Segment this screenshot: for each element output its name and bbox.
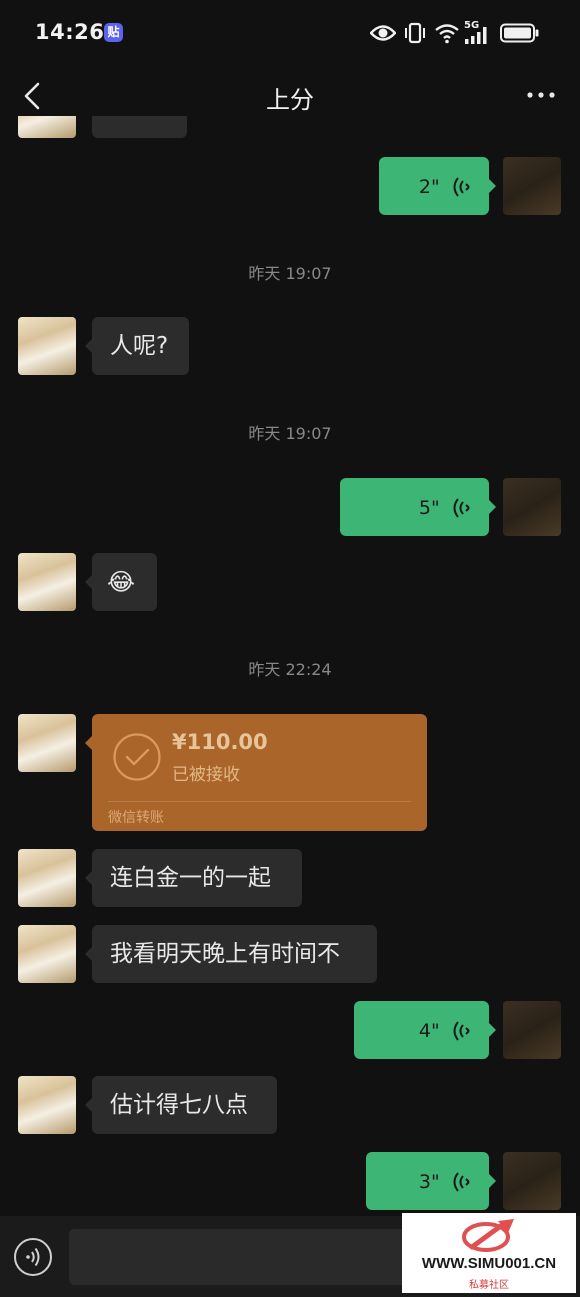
app-notification-badge: 贴: [104, 23, 123, 42]
voice-duration: 4": [418, 1020, 440, 1042]
text-message-bubble[interactable]: 我看明天晚上有时间不: [85, 925, 377, 983]
contact-avatar[interactable]: [18, 714, 76, 772]
voice-duration: 3": [418, 1171, 440, 1193]
transfer-label: 微信转账: [108, 810, 164, 826]
timestamp: 昨天 22:24: [248, 660, 332, 679]
voice-wave-icon: [26, 1247, 40, 1267]
emoji-message-bubble[interactable]: 😂: [85, 553, 157, 611]
timestamp: 昨天 19:07: [248, 264, 332, 283]
signal-icon: [465, 27, 487, 44]
status-bar: 14:26 贴 5G: [0, 0, 580, 66]
eye-icon: [370, 25, 396, 41]
contact-avatar[interactable]: [18, 116, 76, 138]
contact-avatar[interactable]: [18, 925, 76, 983]
voice-message-bubble[interactable]: 4": [354, 1001, 496, 1059]
voice-input-toggle[interactable]: [14, 1238, 52, 1276]
site-watermark: WWW.SIMU001.CN 私募社区: [402, 1213, 576, 1293]
vibrate-icon: [405, 22, 425, 44]
watermark-subtitle: 私募社区: [469, 1280, 509, 1291]
my-avatar[interactable]: [503, 1152, 561, 1210]
voice-wave-icon: [453, 1171, 470, 1192]
my-avatar[interactable]: [503, 478, 561, 536]
contact-avatar[interactable]: [18, 849, 76, 907]
text-message-bubble[interactable]: 人呢?: [85, 317, 189, 375]
voice-message-bubble[interactable]: 2": [379, 157, 496, 215]
more-options-icon[interactable]: [524, 80, 558, 110]
message-bubble-partial[interactable]: [92, 116, 187, 138]
divider: [108, 801, 411, 802]
status-time: 14:26: [35, 20, 105, 44]
transfer-status: 已被接收: [172, 765, 240, 785]
text-message-bubble[interactable]: 连白金一的一起: [85, 849, 302, 907]
voice-wave-icon: [453, 176, 470, 197]
voice-message-bubble[interactable]: 3": [366, 1152, 496, 1210]
message-list[interactable]: 2" 昨天 19:07 人呢? 昨天 19:07 5" 😂 昨天 22:24 ¥…: [0, 116, 580, 1216]
wechat-transfer-card[interactable]: ¥110.00 已被接收 微信转账: [85, 714, 427, 831]
watermark-text: WWW.SIMU001.CN: [421, 1255, 557, 1272]
chat-title: 上分: [266, 86, 314, 114]
watermark-logo-icon: [462, 1219, 514, 1252]
check-circle-icon: [113, 733, 161, 781]
timestamp: 昨天 19:07: [248, 424, 332, 443]
message-input[interactable]: [69, 1229, 419, 1285]
wifi-icon: [435, 24, 459, 44]
battery-icon: [500, 23, 539, 43]
my-avatar[interactable]: [503, 1001, 561, 1059]
contact-avatar[interactable]: [18, 553, 76, 611]
status-icons: 5G: [370, 20, 550, 46]
contact-avatar[interactable]: [18, 317, 76, 375]
voice-wave-icon: [453, 1020, 470, 1041]
voice-duration: 5": [418, 497, 440, 519]
voice-duration: 2": [418, 176, 440, 198]
transfer-amount: ¥110.00: [172, 730, 268, 754]
contact-avatar[interactable]: [18, 1076, 76, 1134]
voice-message-bubble[interactable]: 5": [340, 478, 496, 536]
voice-wave-icon: [453, 497, 470, 518]
text-message-bubble[interactable]: 估计得七八点: [85, 1076, 277, 1134]
my-avatar[interactable]: [503, 157, 561, 215]
